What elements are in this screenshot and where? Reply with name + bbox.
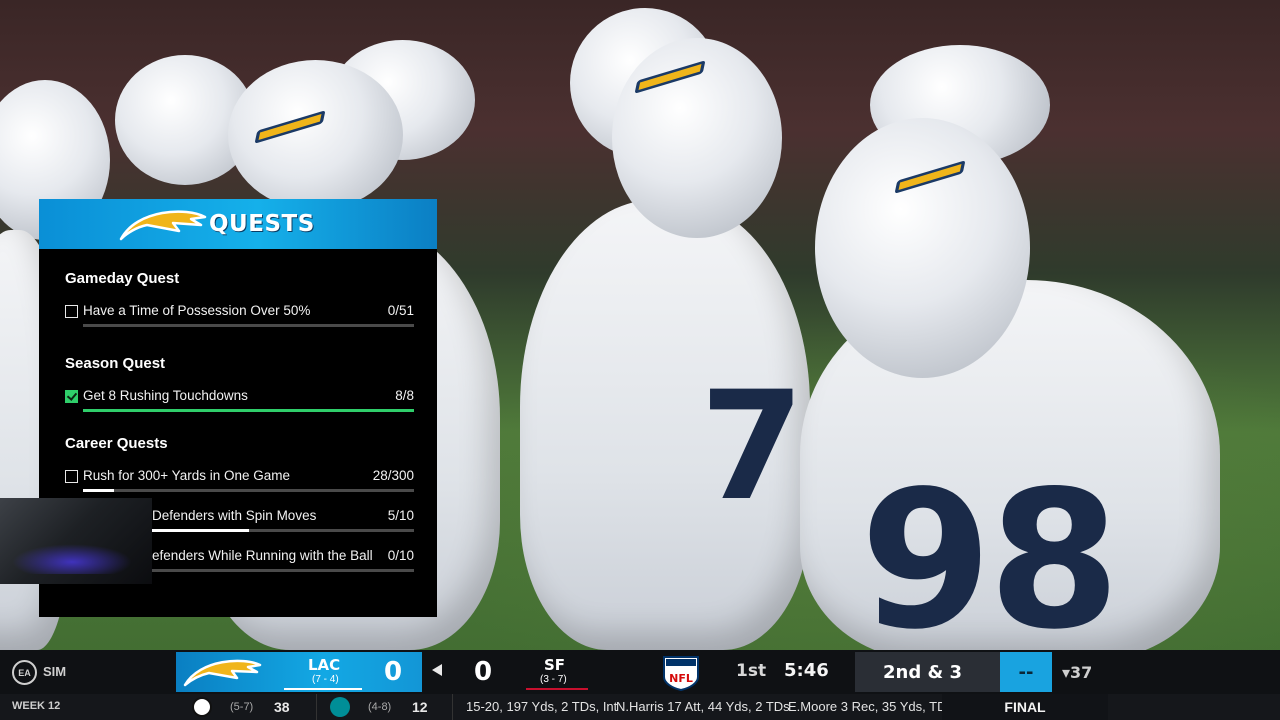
svg-text:NFL: NFL (669, 672, 693, 685)
ticker-final-box: FINAL (942, 694, 1108, 720)
home-team-block: LAC (7 - 4) 0 (176, 652, 422, 692)
section-title-career: Career Quests (65, 435, 168, 452)
home-timeouts (284, 688, 362, 690)
home-team-record: (7 - 4) (312, 674, 339, 685)
game-clock: 5:46 (784, 660, 829, 681)
play-clock-box: -- (1000, 652, 1052, 692)
section-title-season: Season Quest (65, 355, 166, 372)
quest-label: Have a Time of Possession Over 50% (83, 303, 311, 318)
ticker-stat-rushing: N.Harris 17 Att, 44 Yds, 2 TDs (616, 699, 790, 714)
dolphins-logo-icon (330, 697, 350, 717)
play-clock: -- (1018, 662, 1034, 683)
ball-on-box: ▾37 (1052, 652, 1108, 692)
game-mode-label: SIM (43, 664, 67, 679)
down-distance: 2nd & 3 (883, 662, 962, 683)
quest-item[interactable]: Rush for 300+ Yards in One Game 28/300 (65, 467, 414, 497)
quest-progress: 0/10 (387, 548, 414, 563)
quest-checkbox (65, 470, 78, 483)
quests-header: QUESTS (39, 199, 437, 249)
ticker-team-score: 12 (412, 699, 428, 715)
ball-on-yardline: ▾37 (1062, 663, 1093, 682)
scorebug: EA SIM LAC (7 - 4) 0 0 SF (3 - 7) NFL 1s… (0, 650, 1280, 694)
quest-label: Rush for 300+ Yards in One Game (83, 468, 290, 483)
quest-progress-bar (83, 324, 414, 327)
ticker-team-score: 38 (274, 699, 290, 715)
away-team-block: 0 SF (3 - 7) (446, 652, 656, 692)
possession-arrow-icon (432, 664, 442, 676)
quest-label: Get 8 Rushing Touchdowns (83, 388, 248, 403)
quest-progress: 5/10 (387, 508, 414, 523)
away-score: 0 (474, 657, 493, 687)
quest-progress-bar (83, 489, 414, 492)
score-ticker: WEEK 12 (5-7) 38 (4-8) 12 15-20, 197 Yds… (0, 694, 1280, 720)
away-team-abbr: SF (544, 656, 566, 674)
quest-progress: 8/8 (395, 388, 414, 403)
ticker-team-record: (4-8) (368, 701, 392, 713)
section-title-gameday: Gameday Quest (65, 270, 180, 287)
away-team-record: (3 - 7) (540, 674, 567, 685)
ea-sports-logo: EA (12, 660, 37, 685)
webcam-overlay (0, 498, 152, 584)
home-team-abbr: LAC (308, 656, 341, 674)
quarter-label: 1st (736, 661, 767, 681)
jersey-number: 98 (860, 450, 1120, 671)
ticker-divider (452, 694, 453, 720)
ticker-team: (4-8) 12 (330, 696, 480, 718)
chargers-bolt-icon (183, 659, 262, 687)
quest-progress: 0/51 (387, 303, 414, 318)
home-score: 0 (384, 657, 403, 687)
ticker-stat-receiving: E.Moore 3 Rec, 35 Yds, TD (788, 699, 947, 714)
chargers-bolt-icon (119, 210, 207, 241)
ticker-team-record: (5-7) (230, 701, 254, 713)
quests-title: QUESTS (209, 211, 315, 237)
quest-label: Defenders with Spin Moves (152, 508, 317, 523)
nfl-shield-icon: NFL (663, 656, 699, 691)
steelers-logo-icon (192, 697, 212, 717)
quest-checkbox-checked (65, 390, 78, 403)
ticker-team: (5-7) 38 (192, 696, 342, 718)
player-helmet (228, 60, 403, 210)
quest-progress: 28/300 (372, 468, 414, 483)
quest-progress-bar (83, 409, 414, 412)
ticker-divider (316, 694, 317, 720)
down-distance-box: 2nd & 3 (855, 652, 1000, 692)
quest-checkbox (65, 305, 78, 318)
quest-label: efenders While Running with the Ball (152, 548, 373, 563)
ticker-week: WEEK 12 (12, 700, 61, 712)
ticker-final-label: FINAL (1004, 699, 1046, 715)
quest-item[interactable]: Get 8 Rushing Touchdowns 8/8 (65, 387, 414, 417)
away-timeouts (526, 688, 588, 690)
player-helmet (815, 118, 1030, 378)
quest-item[interactable]: Have a Time of Possession Over 50% 0/51 (65, 302, 414, 332)
ticker-stat-passing: 15-20, 197 Yds, 2 TDs, Int (466, 699, 618, 714)
